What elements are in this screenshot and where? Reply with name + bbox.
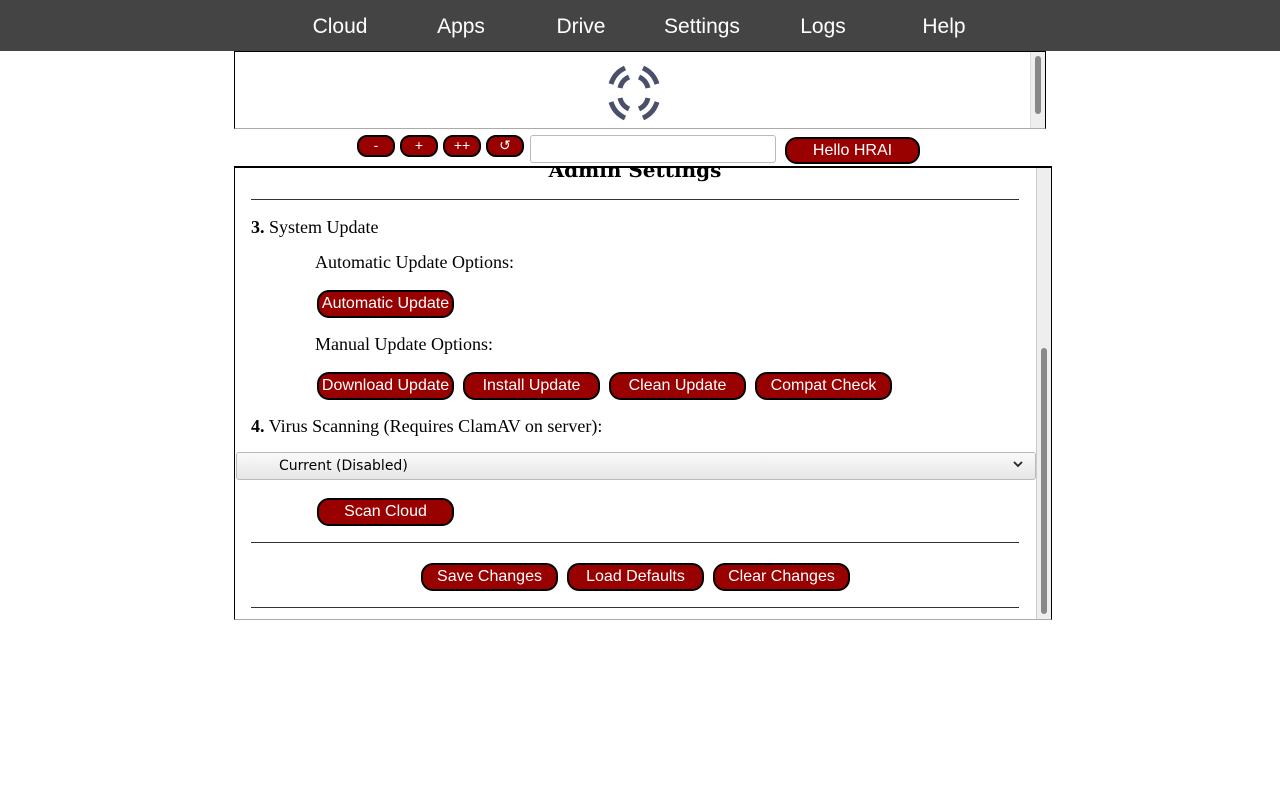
automatic-update-button[interactable]: Automatic Update [317,290,454,318]
panel-scrollbar-thumb[interactable] [1041,348,1047,614]
zoom-out-button[interactable]: - [357,135,395,157]
divider [251,607,1019,608]
user-greeting-button[interactable]: Hello HRAI [785,137,920,164]
logo-frame [234,51,1046,129]
section-system-update-heading: 3. System Update [251,217,379,238]
section-number: 4. [251,416,265,436]
panel-scrollbar[interactable] [1036,168,1051,619]
zoom-in-button[interactable]: + [400,135,438,157]
load-defaults-button[interactable]: Load Defaults [567,563,704,591]
divider [251,199,1019,200]
reset-zoom-button[interactable]: ↺ [486,135,524,157]
nav-item-logs[interactable]: Logs [783,0,863,51]
app-logo-icon [608,65,660,121]
scan-cloud-button[interactable]: Scan Cloud [317,498,454,526]
nav-item-drive[interactable]: Drive [541,0,621,51]
virus-scan-select[interactable]: Current (Disabled) [236,452,1036,480]
nav-item-settings[interactable]: Settings [657,0,747,51]
search-input[interactable] [530,135,776,163]
divider [251,542,1019,543]
logo-scrollbar-thumb[interactable] [1035,56,1041,114]
section-virus-scanning-heading: 4. Virus Scanning (Requires ClamAV on se… [251,416,602,437]
clean-update-button[interactable]: Clean Update [609,372,746,400]
manual-update-options-label: Manual Update Options: [315,334,493,354]
compat-check-button[interactable]: Compat Check [755,372,892,400]
nav-item-cloud[interactable]: Cloud [300,0,380,51]
chevron-down-icon [1013,461,1023,468]
clear-changes-button[interactable]: Clear Changes [713,563,850,591]
section-title: Virus Scanning (Requires ClamAV on serve… [268,416,603,436]
save-changes-button[interactable]: Save Changes [421,563,558,591]
section-number: 3. [251,217,265,237]
nav-item-apps[interactable]: Apps [421,0,501,51]
admin-settings-panel: Admin Settings 3. System Update Automati… [234,166,1052,620]
automatic-update-options-label: Automatic Update Options: [315,252,514,272]
section-title: System Update [269,217,379,237]
nav-item-help[interactable]: Help [904,0,984,51]
select-value: Current (Disabled) [279,458,408,474]
download-update-button[interactable]: Download Update [317,372,454,400]
logo-scrollbar[interactable] [1030,52,1045,128]
top-nav: Cloud Apps Drive Settings Logs Help [0,0,1280,51]
zoom-max-button[interactable]: ++ [443,135,481,157]
install-update-button[interactable]: Install Update [463,372,600,400]
page-title: Admin Settings [548,166,722,182]
